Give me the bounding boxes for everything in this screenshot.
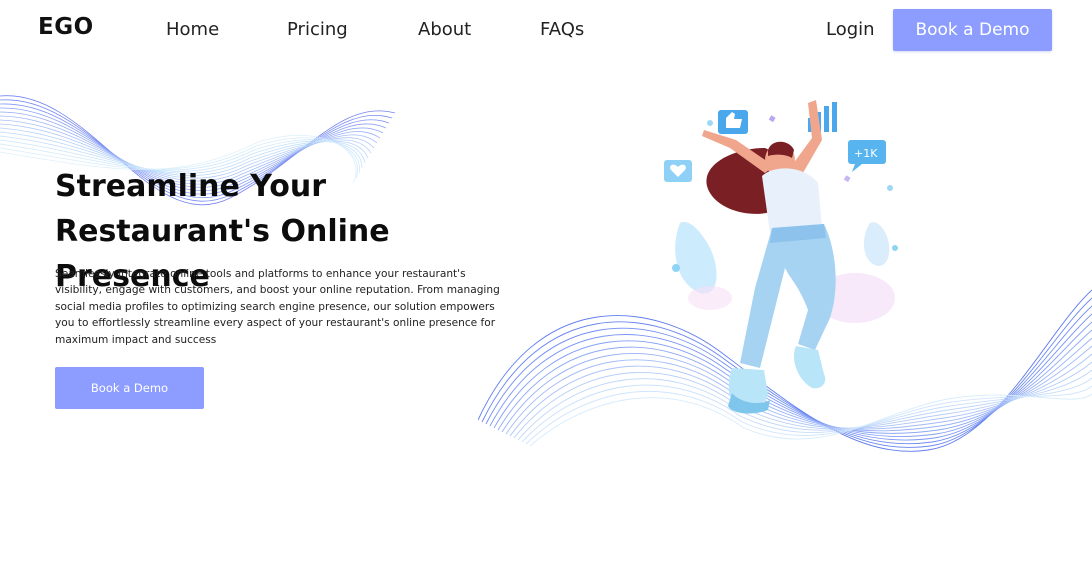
nav-about-link[interactable]: About: [418, 19, 471, 40]
splash-shape: [688, 286, 732, 310]
nav-faqs-link[interactable]: FAQs: [540, 19, 584, 40]
hero-illustration: +1K: [664, 100, 898, 414]
book-demo-header-button[interactable]: Book a Demo: [893, 9, 1052, 51]
svg-text:+1K: +1K: [854, 147, 878, 160]
sparkle-icon: [672, 264, 680, 272]
splash-shape: [675, 222, 717, 294]
sparkle-icon: [887, 185, 893, 191]
sparkle-icon: [768, 115, 776, 123]
brand-logo[interactable]: EGO: [38, 14, 94, 40]
login-link[interactable]: Login: [826, 19, 875, 40]
nav-pricing-link[interactable]: Pricing: [287, 19, 348, 40]
plus-1k-badge-icon: +1K: [848, 140, 886, 172]
hero-description: Seamlessly integrate online tools and pl…: [55, 268, 500, 346]
heart-bubble-icon: [664, 160, 692, 182]
sparkle-icon: [843, 175, 851, 183]
thumbs-up-icon: [718, 110, 748, 134]
nav-home-link[interactable]: Home: [166, 19, 219, 40]
sparkle-icon: [707, 120, 713, 126]
splash-shape: [863, 222, 890, 266]
sparkle-icon: [892, 245, 898, 251]
book-demo-hero-button[interactable]: Book a Demo: [55, 367, 204, 409]
